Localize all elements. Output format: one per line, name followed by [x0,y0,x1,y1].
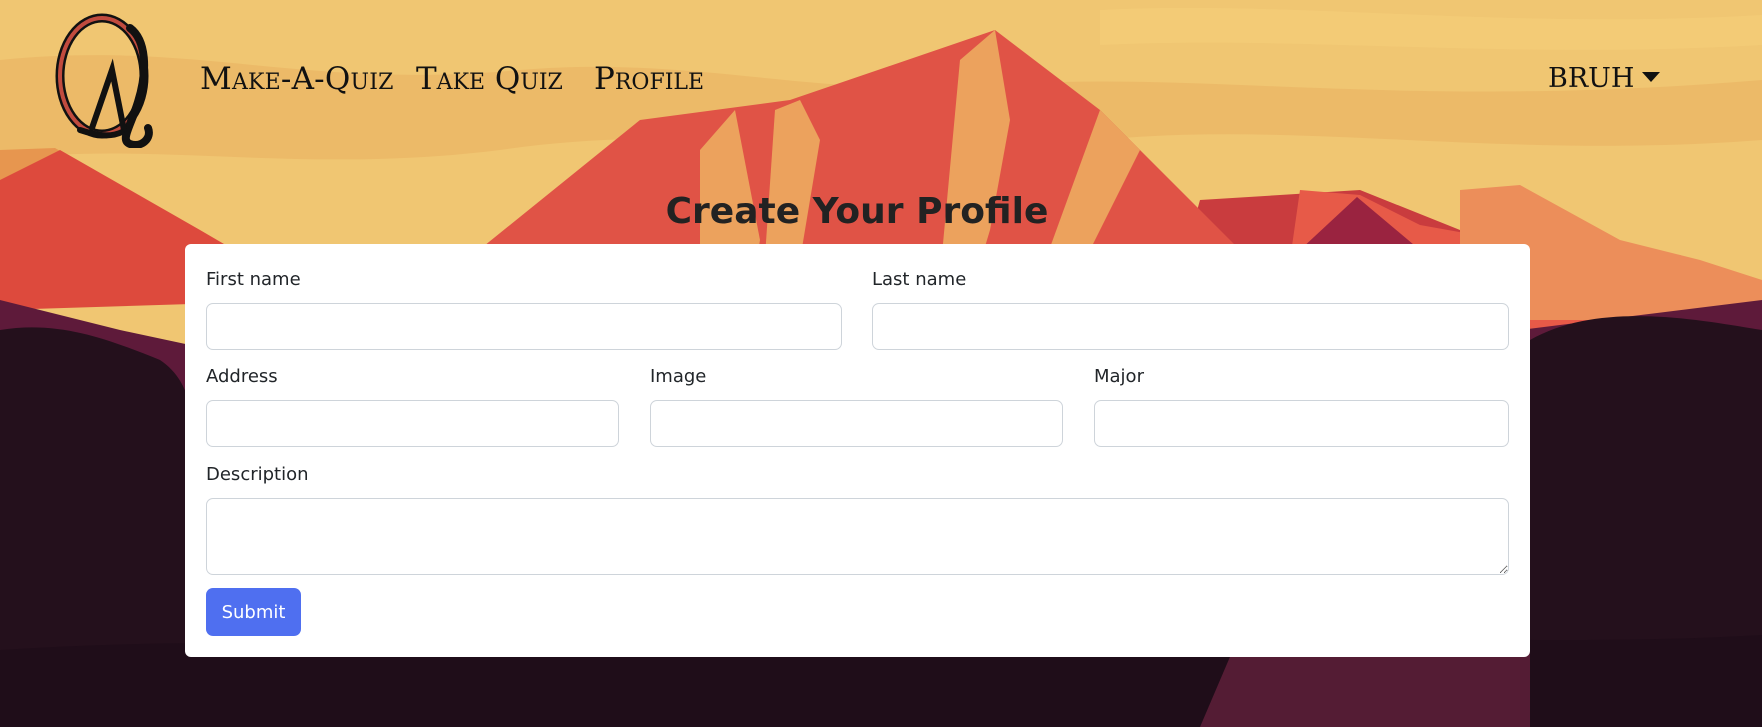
image-group: Image [650,365,1063,447]
image-label: Image [650,366,707,387]
major-input[interactable] [1094,400,1509,447]
profile-form-card: First name Last name Address Image Major… [185,244,1530,657]
description-textarea[interactable] [206,498,1509,575]
username-label: bruh [1548,63,1635,94]
last-name-group: Last name [872,268,1509,350]
major-label: Major [1094,366,1144,387]
nav-link-take-quiz[interactable]: Take Quiz [416,58,563,100]
nav-link-profile[interactable]: Profile [594,58,704,100]
top-navbar: Make-A-Quiz Take Quiz Profile bruh [0,0,1762,155]
last-name-label: Last name [872,269,967,290]
quiz-q-logo-icon[interactable] [50,10,160,148]
last-name-input[interactable] [872,303,1509,350]
major-group: Major [1094,365,1509,447]
description-group: Description [206,463,1509,575]
caret-down-icon [1642,72,1661,82]
submit-button[interactable]: Submit [206,588,301,636]
page-title: Create Your Profile [665,191,1049,232]
address-input[interactable] [206,400,619,447]
first-name-group: First name [206,268,842,350]
first-name-label: First name [206,269,301,290]
address-label: Address [206,366,278,387]
description-label: Description [206,464,309,485]
address-group: Address [206,365,619,447]
nav-link-make-a-quiz[interactable]: Make-A-Quiz [200,58,394,100]
image-input[interactable] [650,400,1063,447]
user-dropdown-toggle[interactable]: bruh [1548,58,1661,100]
first-name-input[interactable] [206,303,842,350]
